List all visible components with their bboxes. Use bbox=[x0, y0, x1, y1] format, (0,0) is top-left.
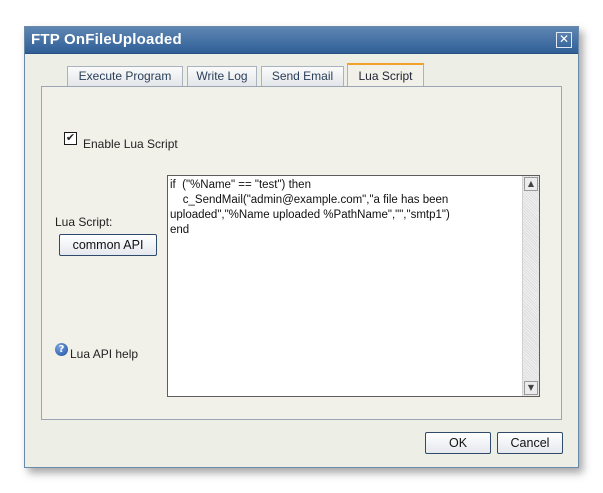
tab-execute-program[interactable]: Execute Program bbox=[67, 66, 183, 86]
ok-button[interactable]: OK bbox=[425, 432, 491, 454]
enable-lua-label: Enable Lua Script bbox=[83, 137, 178, 151]
cancel-button[interactable]: Cancel bbox=[497, 432, 563, 454]
tab-send-email[interactable]: Send Email bbox=[261, 66, 344, 86]
common-api-button[interactable]: common API bbox=[59, 234, 157, 256]
tab-write-log[interactable]: Write Log bbox=[187, 66, 257, 86]
scroll-up-icon[interactable]: ▲ bbox=[524, 177, 538, 191]
dialog-window: FTP OnFileUploaded ✕ Execute Program Wri… bbox=[24, 26, 579, 468]
editor-scrollbar[interactable]: ▲ ▼ bbox=[522, 176, 539, 396]
window-title: FTP OnFileUploaded bbox=[31, 31, 182, 48]
lua-script-label: Lua Script: bbox=[55, 215, 113, 229]
enable-lua-checkbox[interactable]: ✔ bbox=[64, 132, 77, 145]
lua-script-editor[interactable]: if ("%Name" == "test") then c_SendMail("… bbox=[167, 175, 540, 397]
lua-script-text[interactable]: if ("%Name" == "test") then c_SendMail("… bbox=[170, 178, 519, 394]
lua-api-help-link[interactable]: Lua API help bbox=[70, 347, 138, 361]
title-bar[interactable]: FTP OnFileUploaded ✕ bbox=[25, 27, 578, 54]
close-icon[interactable]: ✕ bbox=[556, 32, 572, 48]
tab-lua-script[interactable]: Lua Script bbox=[347, 63, 424, 88]
lua-script-panel: ✔ Enable Lua Script Lua Script: common A… bbox=[41, 86, 562, 420]
scroll-down-icon[interactable]: ▼ bbox=[524, 381, 538, 395]
help-icon[interactable]: ? bbox=[55, 343, 68, 356]
